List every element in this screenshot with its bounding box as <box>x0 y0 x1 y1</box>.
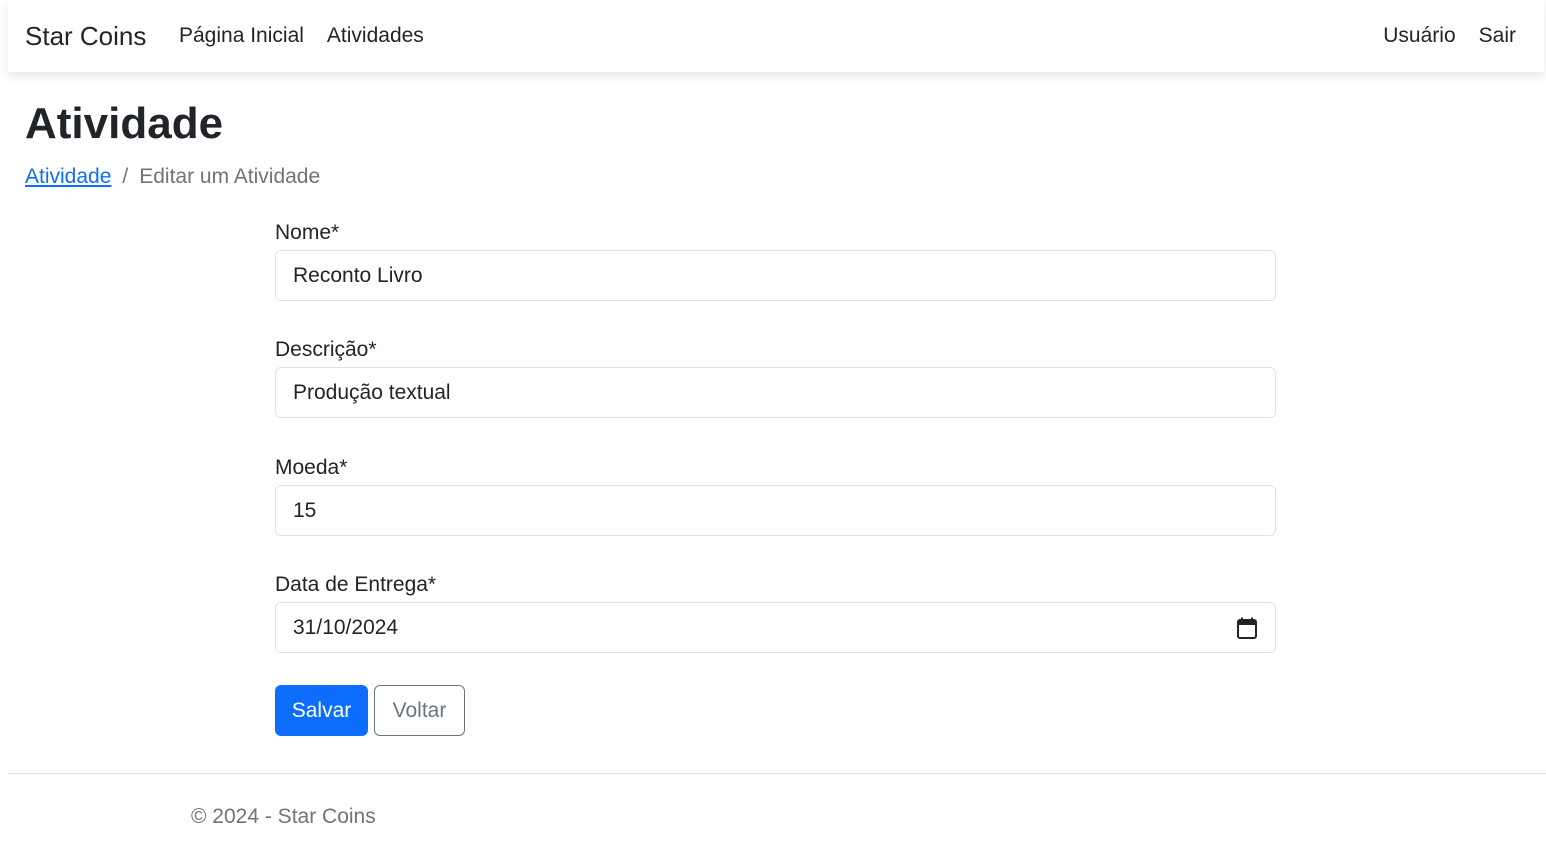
nav-link-usuario[interactable]: Usuário <box>1383 22 1455 50</box>
nome-input-value: Reconto Livro <box>293 264 423 287</box>
moeda-input-value: 15 <box>293 499 317 522</box>
nome-input[interactable]: Reconto Livro <box>275 250 1276 301</box>
page-title: Atividade <box>25 99 224 148</box>
nome-label: Nome* <box>275 221 340 244</box>
calendar-icon[interactable] <box>1237 617 1257 639</box>
form-group-moeda: Moeda* 15 <box>275 454 1276 536</box>
form-group-data-entrega: Data de Entrega* 31/10/2024 <box>275 571 1276 653</box>
brand-link[interactable]: Star Coins <box>25 18 146 54</box>
breadcrumb-separator: / <box>122 165 129 188</box>
nav-left-group: Página Inicial Atividades <box>179 22 424 50</box>
nav-right-group: Usuário Sair <box>1383 22 1516 50</box>
descricao-input-value: Produção textual <box>293 381 451 404</box>
form-group-descricao: Descrição* Produção textual <box>275 336 1276 418</box>
breadcrumb-parent-link[interactable]: Atividade <box>25 163 111 191</box>
footer-copyright: © 2024 - Star Coins <box>191 805 376 828</box>
data-entrega-input-value: 31/10/2024 <box>293 616 399 639</box>
nav-link-atividades[interactable]: Atividades <box>327 22 424 50</box>
breadcrumb-current: Editar um Atividade <box>139 165 321 188</box>
moeda-label: Moeda* <box>275 456 348 479</box>
data-entrega-label: Data de Entrega* <box>275 573 437 596</box>
breadcrumb: Atividade / Editar um Atividade <box>25 163 320 191</box>
nav-link-pagina-inicial[interactable]: Página Inicial <box>179 22 304 50</box>
save-button[interactable]: Salvar <box>275 685 368 736</box>
data-entrega-input[interactable]: 31/10/2024 <box>275 602 1276 653</box>
nav-link-sair[interactable]: Sair <box>1479 22 1516 50</box>
descricao-label: Descrição* <box>275 338 377 361</box>
form-group-nome: Nome* Reconto Livro <box>275 219 1276 301</box>
descricao-input[interactable]: Produção textual <box>275 367 1276 418</box>
footer-divider <box>8 773 1546 774</box>
back-button[interactable]: Voltar <box>374 685 465 736</box>
top-navbar: Star Coins Página Inicial Atividades Usu… <box>8 0 1544 72</box>
moeda-input[interactable]: 15 <box>275 485 1276 536</box>
